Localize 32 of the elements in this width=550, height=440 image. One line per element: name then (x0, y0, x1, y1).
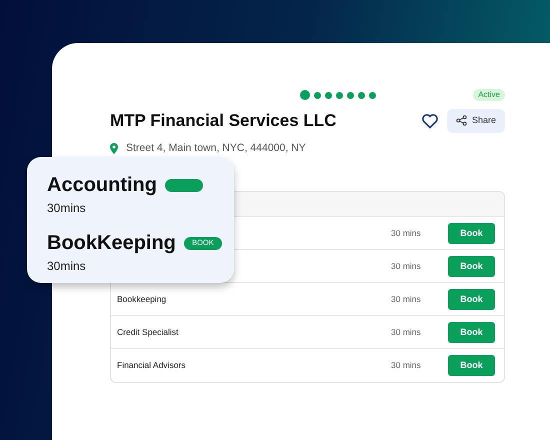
carousel-dot[interactable] (368, 92, 376, 98)
share-button[interactable]: Share (446, 109, 505, 132)
book-button[interactable]: Book (448, 256, 495, 277)
duration-text: 30 mins (391, 292, 422, 306)
carousel-dot[interactable] (324, 92, 332, 98)
duration-text: 30 mins (391, 226, 422, 240)
service-title: BookKeeping (47, 233, 176, 253)
carousel-dot[interactable] (346, 92, 354, 98)
status-badge: Active (473, 89, 505, 101)
location-pin-icon (110, 142, 118, 154)
address-text: Street 4, Main town, NYC, 444000, NY (126, 140, 306, 156)
book-button[interactable]: Book (448, 355, 495, 376)
business-name: MTP Financial Services LLC (110, 110, 338, 131)
share-icon (456, 115, 467, 126)
service-name: Financial Advisors (117, 359, 187, 372)
duration-text: 30 mins (391, 359, 422, 372)
book-button[interactable]: Book (448, 322, 495, 343)
service-name: Credit Specialist (117, 326, 180, 339)
heart-icon[interactable] (420, 112, 439, 129)
duration-text: 30mins (47, 200, 87, 217)
duration-text: 30mins (47, 258, 87, 275)
carousel-dot[interactable] (358, 92, 364, 98)
book-button[interactable]: Book (448, 222, 495, 244)
service-name: Bookkeeping (117, 292, 168, 306)
duration-text: 30 mins (391, 326, 422, 339)
duration-text: 30 mins (391, 260, 422, 273)
carousel-dot[interactable] (314, 92, 320, 98)
book-button[interactable]: Book (448, 288, 495, 310)
status-pill (165, 178, 203, 192)
carousel-dot[interactable] (300, 90, 310, 100)
carousel-dot[interactable] (336, 92, 342, 98)
service-title: Accounting (47, 175, 157, 195)
